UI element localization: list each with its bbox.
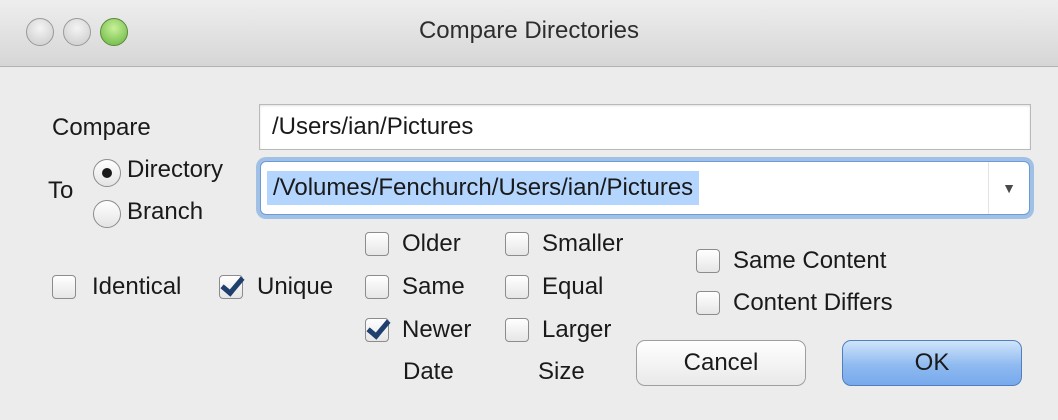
older-label[interactable]: Older: [402, 230, 461, 258]
content-differs-checkbox[interactable]: [696, 291, 720, 315]
compare-label: Compare: [52, 114, 151, 141]
compare-directories-window: Compare Directories Compare To Directory…: [0, 0, 1058, 420]
directory-radio-label[interactable]: Directory: [127, 156, 223, 184]
same-date-checkbox[interactable]: [365, 275, 389, 299]
larger-checkbox[interactable]: [505, 318, 529, 342]
content-differs-label[interactable]: Content Differs: [733, 289, 893, 317]
smaller-label[interactable]: Smaller: [542, 230, 623, 258]
to-label: To: [48, 177, 74, 204]
smaller-checkbox[interactable]: [505, 232, 529, 256]
unique-label[interactable]: Unique: [257, 273, 333, 301]
cancel-button[interactable]: Cancel: [636, 340, 806, 386]
chevron-down-icon[interactable]: ▼: [988, 162, 1029, 214]
size-column-header: Size: [538, 358, 585, 385]
newer-label[interactable]: Newer: [402, 316, 471, 344]
unique-checkbox[interactable]: [219, 275, 243, 299]
ok-button[interactable]: OK: [842, 340, 1022, 386]
date-column-header: Date: [403, 358, 454, 385]
identical-checkbox[interactable]: [52, 275, 76, 299]
older-checkbox[interactable]: [365, 232, 389, 256]
same-content-checkbox[interactable]: [696, 249, 720, 273]
compare-path-input[interactable]: [259, 104, 1031, 150]
equal-size-label[interactable]: Equal: [542, 273, 603, 301]
to-path-combobox[interactable]: /Volumes/Fenchurch/Users/ian/Pictures ▼: [260, 161, 1030, 215]
same-date-label[interactable]: Same: [402, 273, 465, 301]
equal-size-checkbox[interactable]: [505, 275, 529, 299]
title-bar: Compare Directories: [0, 0, 1058, 67]
same-content-label[interactable]: Same Content: [733, 247, 886, 275]
to-path-selected-text[interactable]: /Volumes/Fenchurch/Users/ian/Pictures: [267, 171, 700, 205]
window-title: Compare Directories: [418, 17, 640, 44]
directory-radio[interactable]: [93, 159, 121, 187]
larger-label[interactable]: Larger: [542, 316, 611, 344]
newer-checkbox[interactable]: [365, 318, 389, 342]
branch-radio-label[interactable]: Branch: [127, 198, 203, 226]
branch-radio[interactable]: [93, 200, 121, 228]
identical-label[interactable]: Identical: [92, 273, 181, 301]
